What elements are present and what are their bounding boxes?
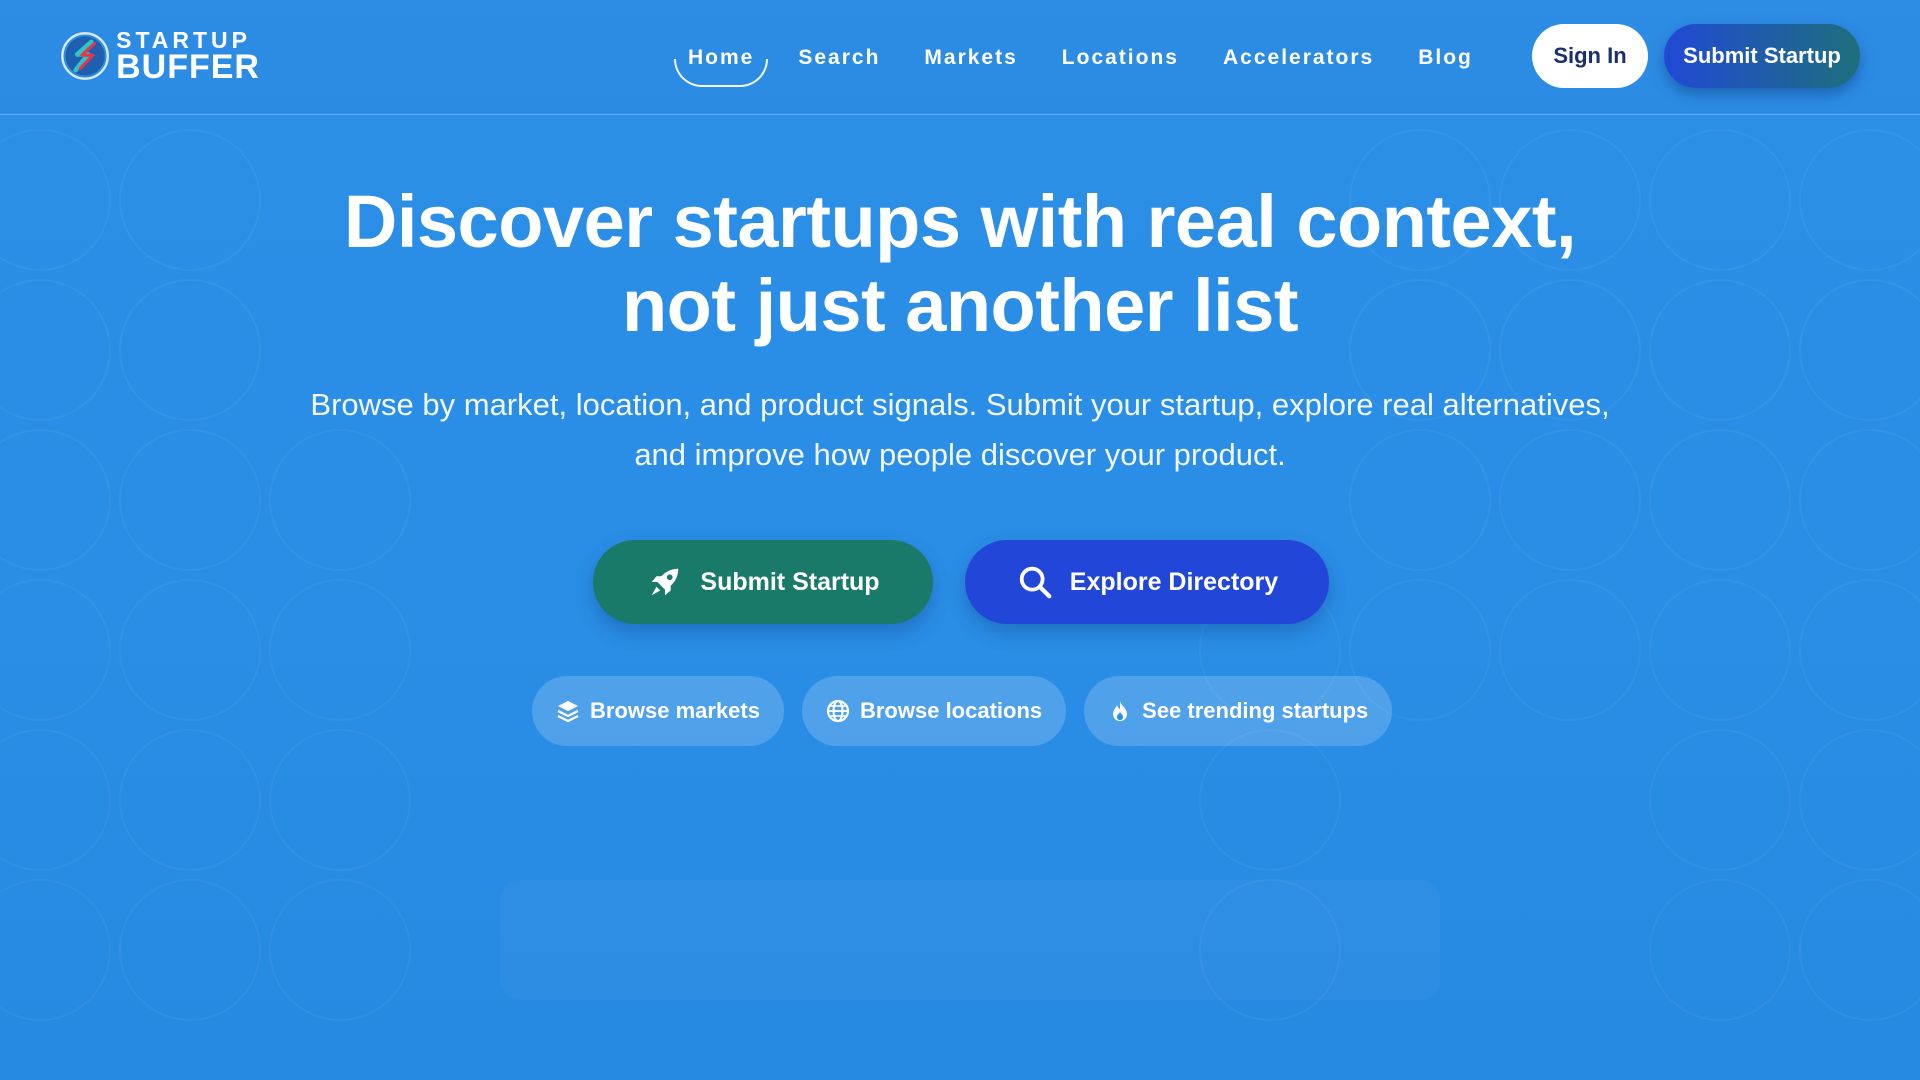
submit-startup-label: Submit Startup [700, 567, 880, 596]
nav-locations[interactable]: Locations [1040, 0, 1201, 115]
hero-subtitle-line-1: Browse by market, location, and product … [310, 387, 1610, 422]
nav-accelerators[interactable]: Accelerators [1201, 0, 1396, 115]
hero-title: Discover startups with real context, not… [0, 180, 1920, 348]
globe-icon [826, 699, 850, 723]
layers-icon [557, 701, 579, 723]
nav-search[interactable]: Search [776, 0, 902, 115]
trending-startups-label: See trending startups [1142, 698, 1369, 723]
sign-in-button[interactable]: Sign In [1532, 24, 1648, 88]
logo-icon [61, 32, 109, 80]
logo-text-bottom: BUFFER [116, 47, 260, 86]
nav-blog[interactable]: Blog [1396, 0, 1495, 115]
nav-markets[interactable]: Markets [902, 0, 1039, 115]
submit-startup-button[interactable]: Submit Startup [593, 540, 933, 624]
browse-markets-chip[interactable]: Browse markets [532, 676, 784, 746]
hero-title-line-2: not just another list [621, 264, 1299, 347]
main-nav: Home Search Markets Locations Accelerato… [666, 0, 1495, 115]
header-submit-startup-button[interactable]: Submit Startup [1664, 24, 1860, 88]
cta-row: Submit Startup Explore Directory [593, 540, 1329, 624]
hero-subtitle-line-2: and improve how people discover your pro… [634, 437, 1286, 472]
quick-links: Browse markets Browse locations See tren… [532, 676, 1393, 746]
rocket-icon [652, 568, 679, 596]
explore-directory-button[interactable]: Explore Directory [965, 540, 1329, 624]
browse-locations-chip[interactable]: Browse locations [801, 676, 1067, 746]
site-header: STARTUP BUFFER Home Search Markets Locat… [0, 0, 1920, 115]
flame-icon [1113, 701, 1128, 721]
hero-subtitle: Browse by market, location, and product … [0, 380, 1920, 480]
hero-title-line-1: Discover startups with real context, [343, 180, 1577, 263]
browse-markets-label: Browse markets [590, 698, 760, 723]
logo[interactable]: STARTUP BUFFER [60, 22, 260, 90]
search-icon [1019, 566, 1052, 599]
browse-locations-label: Browse locations [859, 698, 1043, 723]
explore-directory-label: Explore Directory [1069, 567, 1279, 596]
nav-home[interactable]: Home [666, 0, 776, 115]
trending-startups-chip[interactable]: See trending startups [1084, 676, 1393, 746]
